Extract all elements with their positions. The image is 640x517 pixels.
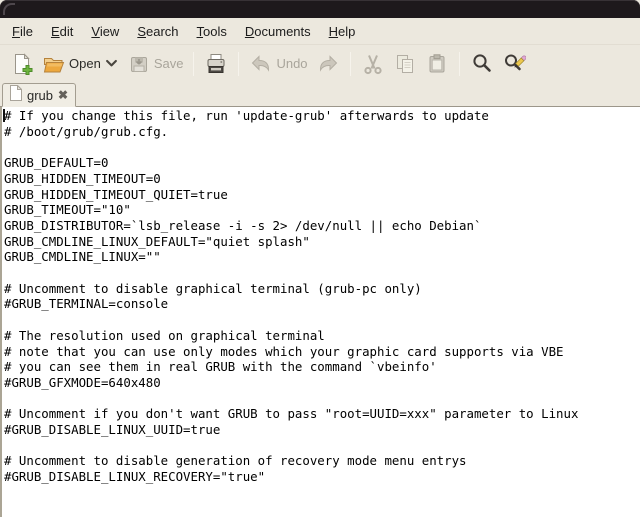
find-replace-button[interactable]: [498, 49, 530, 79]
text-editor-area[interactable]: # If you change this file, run 'update-g…: [0, 107, 640, 517]
toolbar: Open Save: [0, 45, 640, 82]
undo-button-label: Undo: [276, 56, 307, 71]
open-button-label: Open: [69, 56, 101, 71]
titlebar-corner-highlight: [3, 3, 15, 15]
menu-item-file[interactable]: File: [3, 18, 42, 44]
print-button[interactable]: [200, 49, 232, 79]
menu-item-tools[interactable]: Tools: [188, 18, 236, 44]
redo-button: [312, 49, 344, 79]
cut-button: [357, 49, 389, 79]
menubar: File Edit View Search Tools Documents He…: [0, 18, 640, 45]
paste-icon: [425, 52, 449, 76]
cut-icon: [361, 52, 385, 76]
undo-button: Undo: [245, 49, 311, 79]
open-button[interactable]: Open: [38, 49, 123, 79]
toolbar-separator: [193, 52, 194, 76]
save-button: Save: [123, 49, 188, 79]
print-icon: [204, 52, 228, 76]
menu-item-view[interactable]: View: [82, 18, 128, 44]
open-folder-icon: [42, 52, 66, 76]
editor-content: # If you change this file, run 'update-g…: [2, 107, 640, 485]
menu-item-help[interactable]: Help: [320, 18, 365, 44]
document-icon: [9, 85, 22, 106]
close-tab-icon[interactable]: ✖: [58, 89, 68, 101]
find-icon: [470, 52, 494, 76]
titlebar[interactable]: [0, 0, 640, 18]
toolbar-separator: [350, 52, 351, 76]
find-button[interactable]: [466, 49, 498, 79]
paste-button: [421, 49, 453, 79]
save-button-label: Save: [154, 56, 184, 71]
new-document-icon: [10, 52, 34, 76]
copy-button: [389, 49, 421, 79]
text-cursor: [3, 109, 5, 122]
tab-grub[interactable]: grub ✖: [2, 83, 76, 107]
menu-item-search[interactable]: Search: [128, 18, 187, 44]
redo-icon: [316, 52, 340, 76]
tab-label: grub: [27, 88, 53, 103]
menu-item-documents[interactable]: Documents: [236, 18, 320, 44]
gedit-window: File Edit View Search Tools Documents He…: [0, 0, 640, 517]
tabbar: grub ✖: [0, 82, 640, 107]
chevron-down-icon[interactable]: [104, 56, 119, 71]
new-document-button[interactable]: [6, 49, 38, 79]
copy-icon: [393, 52, 417, 76]
toolbar-separator: [238, 52, 239, 76]
undo-icon: [249, 52, 273, 76]
save-icon: [127, 52, 151, 76]
menu-item-edit[interactable]: Edit: [42, 18, 82, 44]
toolbar-separator: [459, 52, 460, 76]
find-replace-icon: [502, 52, 526, 76]
